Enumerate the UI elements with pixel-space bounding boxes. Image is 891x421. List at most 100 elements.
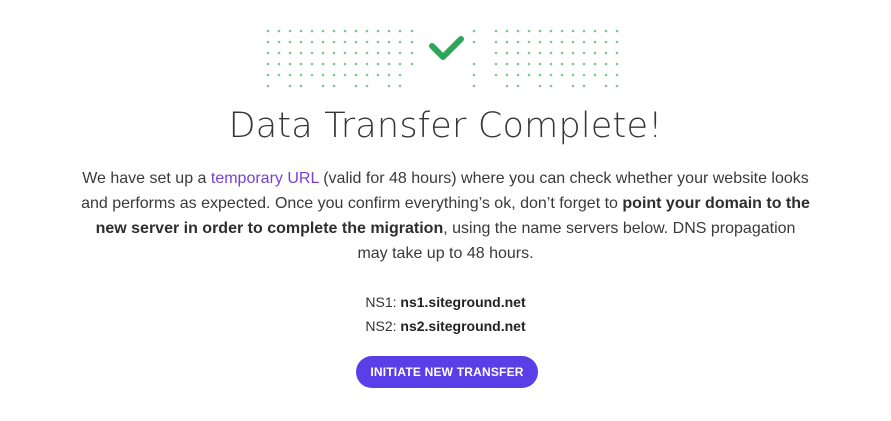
decor-dot: [365, 40, 369, 44]
decor-dot: [505, 40, 509, 44]
decor-dot: [549, 73, 553, 77]
decor-dot: [549, 84, 553, 88]
decor-dot: [310, 62, 314, 66]
decor-dot: [538, 29, 542, 33]
decor-dot: [410, 40, 414, 44]
decor-dot: [560, 51, 564, 55]
decor-dot: [277, 29, 281, 33]
decor-dot: [321, 51, 325, 55]
decor-dot: [387, 51, 391, 55]
decor-dot: [277, 73, 281, 77]
decor-dot: [376, 40, 380, 44]
decor-dot: [398, 84, 402, 88]
nameserver-2: NS2: ns2.siteground.net: [0, 318, 891, 334]
decor-dot: [516, 51, 520, 55]
decor-dot: [538, 84, 542, 88]
decor-dot: [321, 62, 325, 66]
decor-dot: [343, 73, 347, 77]
decor-dot: [288, 62, 292, 66]
decor-dot: [332, 51, 336, 55]
decor-dot: [505, 51, 509, 55]
decor-dot: [398, 29, 402, 33]
decor-dot: [310, 51, 314, 55]
decor-dot: [299, 73, 303, 77]
decor-dot: [505, 84, 509, 88]
decor-dot: [615, 51, 619, 55]
decor-dot: [321, 29, 325, 33]
decor-dot: [266, 62, 270, 66]
decor-dot: [593, 51, 597, 55]
temporary-url-link[interactable]: temporary URL: [211, 170, 319, 187]
decor-dot: [354, 73, 358, 77]
decor-dot: [332, 84, 336, 88]
decor-dot: [593, 62, 597, 66]
decor-dot: [343, 29, 347, 33]
decor-dot: [527, 51, 531, 55]
ns2-value: ns2.siteground.net: [400, 318, 526, 334]
decor-dot: [516, 84, 520, 88]
decor-dot: [277, 62, 281, 66]
decor-dot: [387, 62, 391, 66]
decor-dot: [615, 84, 619, 88]
decor-dot: [549, 51, 553, 55]
decor-dot: [549, 40, 553, 44]
ns2-label: NS2:: [365, 318, 401, 334]
ns1-value: ns1.siteground.net: [400, 294, 526, 310]
decor-dot: [365, 84, 369, 88]
ns1-label: NS1:: [365, 294, 401, 310]
decor-dot: [494, 73, 498, 77]
decor-dot: [516, 40, 520, 44]
decor-dot: [549, 29, 553, 33]
decor-dot: [343, 51, 347, 55]
decor-dot: [288, 29, 292, 33]
decor-dot: [376, 29, 380, 33]
decor-dot: [571, 84, 575, 88]
decor-dot: [288, 84, 292, 88]
decor-dot: [387, 84, 391, 88]
decor-dot: [604, 40, 608, 44]
decor-dot: [571, 73, 575, 77]
initiate-new-transfer-button[interactable]: INITIATE NEW TRANSFER: [356, 356, 538, 388]
decor-dot: [376, 62, 380, 66]
decor-dot: [582, 62, 586, 66]
decor-dot: [582, 73, 586, 77]
decor-dot: [299, 29, 303, 33]
decor-dot: [343, 62, 347, 66]
decor-dot: [365, 73, 369, 77]
decor-dot: [354, 40, 358, 44]
decor-dot: [299, 40, 303, 44]
transfer-description: We have set up a temporary URL (valid fo…: [80, 166, 811, 266]
decor-dot: [582, 84, 586, 88]
decor-dot: [604, 62, 608, 66]
decor-dot: [538, 73, 542, 77]
decor-dot: [277, 40, 281, 44]
decor-dot: [604, 84, 608, 88]
decor-dot: [343, 40, 347, 44]
decor-dot: [593, 40, 597, 44]
decor-dot: [266, 73, 270, 77]
decor-dot: [321, 40, 325, 44]
decor-dot: [332, 40, 336, 44]
decor-dot: [560, 73, 564, 77]
decor-dot: [571, 29, 575, 33]
decor-dot: [472, 84, 476, 88]
decor-dot: [410, 62, 414, 66]
decor-dot: [398, 73, 402, 77]
decor-dot: [472, 29, 476, 33]
decor-dot: [398, 62, 402, 66]
decor-dot: [604, 51, 608, 55]
decor-dot: [527, 62, 531, 66]
decor-dot: [582, 51, 586, 55]
decor-dot: [310, 40, 314, 44]
decor-dot: [593, 29, 597, 33]
decor-dot: [332, 62, 336, 66]
decor-dot: [516, 29, 520, 33]
decor-dot: [266, 51, 270, 55]
decor-dot: [615, 40, 619, 44]
decor-dot: [310, 73, 314, 77]
decor-dot: [560, 62, 564, 66]
decor-dot: [494, 29, 498, 33]
decor-dot: [505, 62, 509, 66]
decor-dot: [277, 51, 281, 55]
decor-dot: [604, 73, 608, 77]
